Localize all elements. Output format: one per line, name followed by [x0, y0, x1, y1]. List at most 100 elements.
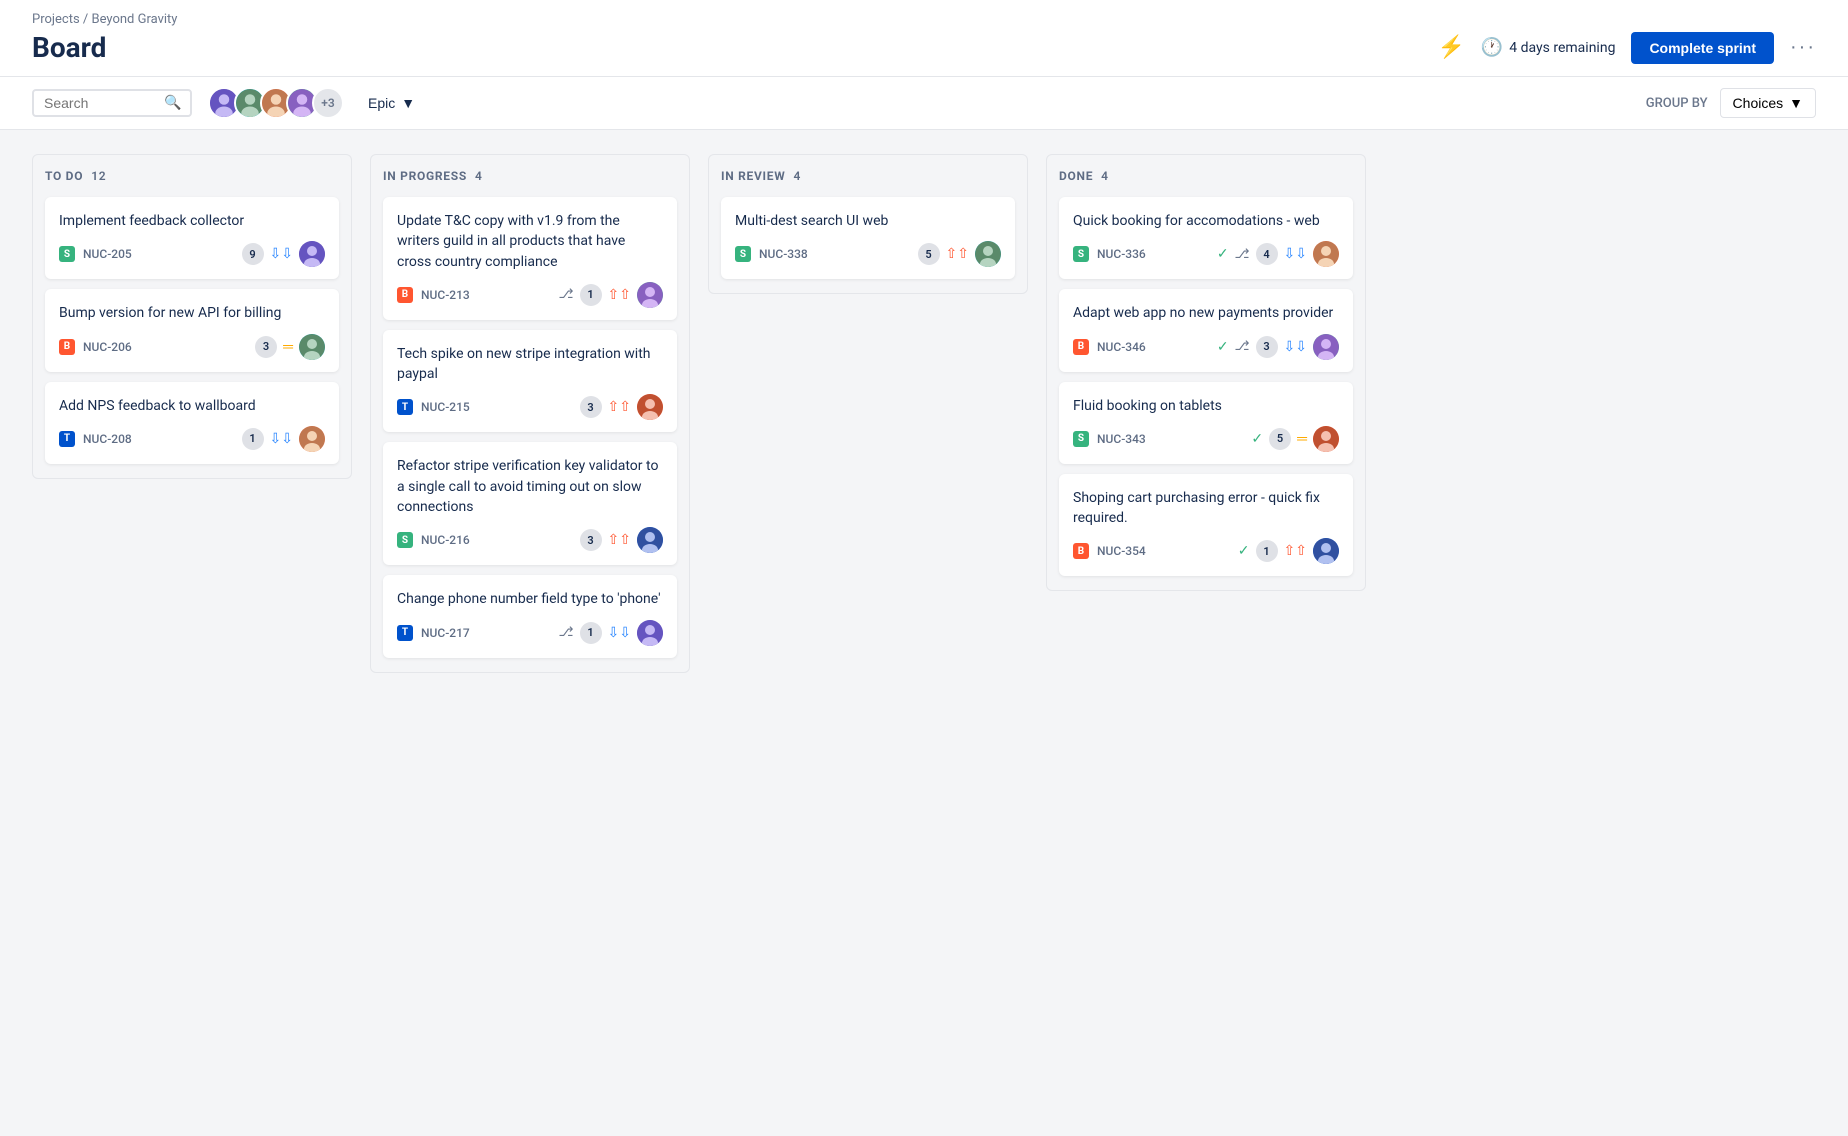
card-title: Refactor stripe verification key validat…	[397, 456, 663, 517]
card-title: Adapt web app no new payments provider	[1073, 303, 1339, 323]
count-badge: 5	[1269, 428, 1291, 450]
check-icon: ✓	[1217, 246, 1229, 262]
search-box[interactable]: 🔍	[32, 89, 192, 117]
count-badge: 1	[1256, 540, 1278, 562]
column-todo: TO DO 12 Implement feedback collector SN…	[32, 154, 352, 479]
card-meta-right: 1⇩⇩	[242, 426, 325, 452]
lightning-icon[interactable]: ⚡	[1437, 35, 1464, 60]
card-meta-right: ✓ 5 ═	[1251, 426, 1339, 452]
search-icon: 🔍	[164, 95, 181, 111]
issue-id: NUC-206	[83, 340, 132, 354]
priority-icon: ⇧⇧	[608, 399, 631, 415]
column-inprogress: IN PROGRESS 4 Update T&C copy with v1.9 …	[370, 154, 690, 673]
page-title: Board	[32, 31, 106, 64]
card-title: Add NPS feedback to wallboard	[59, 396, 325, 416]
card-meta-left: SNUC-216	[397, 532, 470, 548]
branch-icon: ⎇	[1235, 247, 1250, 262]
card[interactable]: Tech spike on new stripe integration wit…	[383, 330, 677, 433]
issue-type-icon: T	[59, 431, 75, 447]
priority-icon: ═	[1297, 430, 1307, 447]
count-badge: 1	[580, 284, 602, 306]
count-badge: 3	[1256, 336, 1278, 358]
card[interactable]: Add NPS feedback to wallboard TNUC-208 1…	[45, 382, 339, 464]
card-meta-right: 3 ⇧⇧	[580, 527, 663, 553]
check-icon: ✓	[1238, 543, 1250, 559]
column-count: 4	[1101, 169, 1109, 183]
column-inreview: IN REVIEW 4 Multi-dest search UI web SNU…	[708, 154, 1028, 294]
column-label: DONE	[1059, 169, 1093, 183]
card-meta-right: ⎇1⇧⇧	[559, 282, 663, 308]
column-header: IN REVIEW 4	[721, 169, 1015, 183]
issue-type-icon: T	[397, 625, 413, 641]
assignee-avatar	[637, 527, 663, 553]
card[interactable]: Quick booking for accomodations - web SN…	[1059, 197, 1353, 279]
issue-type-icon: S	[59, 246, 75, 262]
card-meta: SNUC-343 ✓ 5 ═	[1073, 426, 1339, 452]
column-label: IN PROGRESS	[383, 169, 467, 183]
card-meta: TNUC-217 ⎇1⇩⇩	[397, 620, 663, 646]
card[interactable]: Bump version for new API for billing BNU…	[45, 289, 339, 371]
card-meta: BNUC-346 ✓⎇3⇩⇩	[1073, 334, 1339, 360]
card-title: Quick booking for accomodations - web	[1073, 211, 1339, 231]
card[interactable]: Implement feedback collector SNUC-205 9⇩…	[45, 197, 339, 279]
card-meta-right: 9⇩⇩	[242, 241, 325, 267]
card-meta: BNUC-354 ✓1⇧⇧	[1073, 538, 1339, 564]
epic-filter-button[interactable]: Epic ▼	[360, 91, 423, 115]
column-label: TO DO	[45, 169, 83, 183]
card-meta: BNUC-213 ⎇1⇧⇧	[397, 282, 663, 308]
priority-icon: ⇩⇩	[270, 246, 293, 262]
card-meta-left: TNUC-208	[59, 431, 132, 447]
priority-icon: ⇧⇧	[608, 532, 631, 548]
branch-icon: ⎇	[559, 625, 574, 640]
issue-id: NUC-336	[1097, 247, 1146, 261]
issue-id: NUC-354	[1097, 544, 1146, 558]
card-meta-left: SNUC-343	[1073, 431, 1146, 447]
count-badge: 3	[580, 529, 602, 551]
column-count: 12	[91, 169, 106, 183]
card-meta-left: SNUC-205	[59, 246, 132, 262]
card-title: Multi-dest search UI web	[735, 211, 1001, 231]
card[interactable]: Shoping cart purchasing error - quick fi…	[1059, 474, 1353, 577]
assignee-avatar	[299, 334, 325, 360]
card-meta: SNUC-338 5⇧⇧	[735, 241, 1001, 267]
complete-sprint-button[interactable]: Complete sprint	[1631, 32, 1774, 64]
assignee-avatar	[1313, 334, 1339, 360]
card-meta-right: 5⇧⇧	[918, 241, 1001, 267]
card[interactable]: Change phone number field type to 'phone…	[383, 575, 677, 657]
issue-type-icon: B	[1073, 339, 1089, 355]
avatar-group[interactable]: +3	[208, 87, 344, 119]
card-meta-left: SNUC-336	[1073, 246, 1146, 262]
column-header: TO DO 12	[45, 169, 339, 183]
card-title: Tech spike on new stripe integration wit…	[397, 344, 663, 385]
toolbar: 🔍 +3 Epic ▼ GROUP BY Choices ▼	[0, 77, 1848, 130]
count-badge: 4	[1256, 243, 1278, 265]
card[interactable]: Update T&C copy with v1.9 from the write…	[383, 197, 677, 320]
choices-dropdown-button[interactable]: Choices ▼	[1720, 88, 1816, 118]
card-meta-right: ⎇1⇩⇩	[559, 620, 663, 646]
card[interactable]: Refactor stripe verification key validat…	[383, 442, 677, 565]
issue-id: NUC-215	[421, 400, 470, 414]
avatar-extra-count[interactable]: +3	[312, 87, 344, 119]
column-header: DONE 4	[1059, 169, 1353, 183]
card-title: Fluid booking on tablets	[1073, 396, 1339, 416]
card-meta-left: SNUC-338	[735, 246, 808, 262]
card-title: Change phone number field type to 'phone…	[397, 589, 663, 609]
card-title: Bump version for new API for billing	[59, 303, 325, 323]
chevron-down-icon: ▼	[1789, 95, 1803, 111]
more-options-button[interactable]: ···	[1790, 36, 1816, 59]
card-title: Shoping cart purchasing error - quick fi…	[1073, 488, 1339, 529]
issue-type-icon: S	[735, 246, 751, 262]
branch-icon: ⎇	[1235, 339, 1250, 354]
search-input[interactable]	[44, 95, 164, 111]
card-title: Implement feedback collector	[59, 211, 325, 231]
card[interactable]: Multi-dest search UI web SNUC-338 5⇧⇧	[721, 197, 1015, 279]
header: Projects / Beyond Gravity Board ⚡ 🕐 4 da…	[0, 0, 1848, 77]
card[interactable]: Adapt web app no new payments provider B…	[1059, 289, 1353, 371]
card[interactable]: Fluid booking on tablets SNUC-343 ✓ 5 ═	[1059, 382, 1353, 464]
card-meta-left: BNUC-206	[59, 339, 132, 355]
column-label: IN REVIEW	[721, 169, 785, 183]
check-icon: ✓	[1251, 431, 1263, 447]
assignee-avatar	[299, 241, 325, 267]
count-badge: 3	[255, 336, 277, 358]
assignee-avatar	[637, 282, 663, 308]
